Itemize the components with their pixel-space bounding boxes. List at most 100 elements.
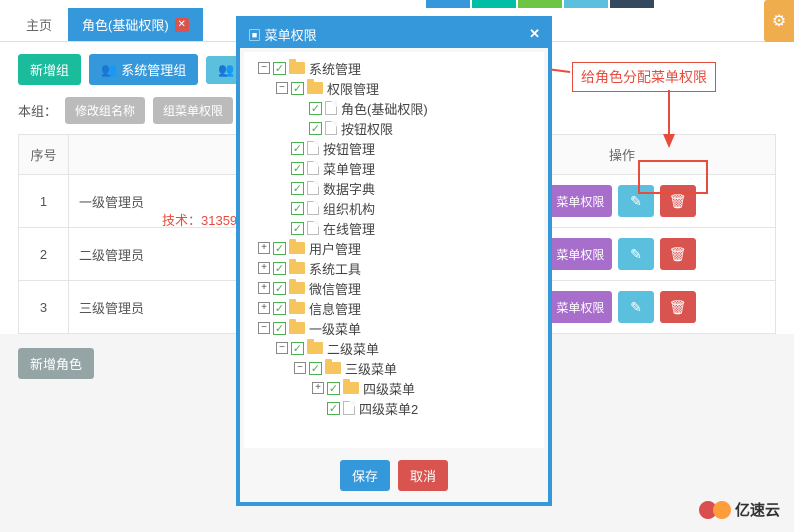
tree-toggle-icon[interactable]: −	[294, 362, 306, 374]
checkbox-icon[interactable]: ✓	[273, 302, 286, 315]
checkbox-icon[interactable]: ✓	[273, 242, 286, 255]
tree-node-label: 数据字典	[323, 179, 375, 198]
tree-node-label: 四级菜单	[363, 379, 415, 398]
tree-node-label: 三级菜单	[345, 359, 397, 378]
folder-icon	[307, 342, 323, 354]
checkbox-icon[interactable]: ✓	[309, 102, 322, 115]
settings-gear-button[interactable]: ⚙	[764, 0, 794, 42]
checkbox-icon[interactable]: ✓	[291, 162, 304, 175]
checkbox-icon[interactable]: ✓	[291, 82, 304, 95]
tree-node[interactable]: −✓ 权限管理	[246, 78, 542, 98]
save-button[interactable]: 保存	[340, 460, 390, 491]
tree-node[interactable]: +✓ 系统工具	[246, 258, 542, 278]
tree-toggle-icon[interactable]: +	[258, 262, 270, 274]
folder-icon	[289, 322, 305, 334]
tree-node-label: 菜单管理	[323, 159, 375, 178]
modal-body[interactable]: −✓系统管理−✓权限管理✓角色(基础权限)✓按钮权限✓按钮管理✓菜单管理✓数据字…	[244, 52, 544, 448]
tree-node-label: 四级菜单2	[359, 399, 418, 418]
tree-node-label: 角色(基础权限)	[341, 99, 428, 118]
tab-role-base-perm[interactable]: 角色(基础权限) ✕	[68, 8, 203, 41]
checkbox-icon[interactable]: ✓	[327, 402, 340, 415]
menu-perm-modal: ▣ 菜单权限 ✕ −✓系统管理−✓权限管理✓角色(基础权限)✓按钮权限✓按钮管理…	[236, 16, 552, 506]
tree-node[interactable]: ✓ 按钮权限	[246, 118, 542, 138]
checkbox-icon[interactable]: ✓	[291, 202, 304, 215]
checkbox-icon[interactable]: ✓	[291, 182, 304, 195]
tree-node[interactable]: ✓ 组织机构	[246, 198, 542, 218]
tree-toggle-icon[interactable]: +	[312, 382, 324, 394]
top-color-strip	[0, 0, 794, 8]
modal-footer: 保存 取消	[244, 452, 544, 498]
menu-perm-button[interactable]: 菜单权限	[548, 185, 612, 217]
hint-assign-menu-perm: 给角色分配菜单权限	[572, 62, 716, 92]
tree-node[interactable]: −✓系统管理	[246, 58, 542, 78]
checkbox-icon[interactable]: ✓	[291, 142, 304, 155]
checkbox-icon[interactable]: ✓	[273, 62, 286, 75]
checkbox-icon[interactable]: ✓	[291, 342, 304, 355]
folder-icon	[289, 262, 305, 274]
delete-icon[interactable]: 🗑	[660, 238, 696, 270]
file-icon	[307, 221, 319, 235]
tree-node[interactable]: ✓在线管理	[246, 218, 542, 238]
col-no: 序号	[19, 135, 69, 175]
tree-node-label: 一级菜单	[309, 319, 361, 338]
perm-tree: −✓系统管理−✓权限管理✓角色(基础权限)✓按钮权限✓按钮管理✓菜单管理✓数据字…	[246, 58, 542, 418]
tab-home[interactable]: 主页	[12, 8, 66, 41]
tree-node[interactable]: ✓ 数据字典	[246, 178, 542, 198]
modal-header: ▣ 菜单权限 ✕	[240, 20, 548, 48]
tree-node[interactable]: −✓二级菜单	[246, 338, 542, 358]
cell-no: 2	[19, 228, 69, 281]
checkbox-icon[interactable]: ✓	[273, 262, 286, 275]
folder-icon	[289, 62, 305, 74]
brand-logo: 亿速云	[699, 499, 780, 520]
modal-title: ▣ 菜单权限	[248, 25, 317, 44]
group-menu-perm-button[interactable]: 组菜单权限	[153, 97, 233, 124]
tree-node-label: 按钮权限	[341, 119, 393, 138]
file-icon	[307, 161, 319, 175]
edit-icon[interactable]: ✎	[618, 238, 654, 270]
sys-mgmt-group-button[interactable]: 👥系统管理组	[89, 54, 198, 85]
menu-perm-button[interactable]: 菜单权限	[548, 238, 612, 270]
edit-icon[interactable]: ✎	[618, 291, 654, 323]
add-role-button[interactable]: 新增角色	[18, 348, 94, 379]
tree-node[interactable]: ✓ 菜单管理	[246, 158, 542, 178]
tree-node[interactable]: ✓按钮管理	[246, 138, 542, 158]
rename-group-button[interactable]: 修改组名称	[65, 97, 145, 124]
close-icon[interactable]: ✕	[175, 18, 189, 32]
cell-no: 1	[19, 175, 69, 228]
tree-node[interactable]: +✓ 四级菜单	[246, 378, 542, 398]
tree-node[interactable]: −✓ 三级菜单	[246, 358, 542, 378]
tree-toggle-icon[interactable]: −	[258, 322, 270, 334]
tree-node-label: 信息管理	[309, 299, 361, 318]
tree-node[interactable]: +✓用户管理	[246, 238, 542, 258]
folder-icon	[343, 382, 359, 394]
checkbox-icon[interactable]: ✓	[273, 322, 286, 335]
checkbox-icon[interactable]: ✓	[291, 222, 304, 235]
delete-icon[interactable]: 🗑	[660, 291, 696, 323]
tree-toggle-icon[interactable]: +	[258, 242, 270, 254]
folder-icon	[289, 242, 305, 254]
tree-node-label: 权限管理	[327, 79, 379, 98]
new-group-button[interactable]: 新增组	[18, 54, 81, 85]
tree-toggle-icon[interactable]: +	[258, 302, 270, 314]
checkbox-icon[interactable]: ✓	[273, 282, 286, 295]
tree-toggle-icon[interactable]: −	[276, 82, 288, 94]
file-icon	[325, 101, 337, 115]
tree-toggle-icon[interactable]: −	[258, 62, 270, 74]
tree-node[interactable]: −✓ 一级菜单	[246, 318, 542, 338]
tree-node[interactable]: +✓微信管理	[246, 278, 542, 298]
modal-close-button[interactable]: ✕	[529, 26, 540, 42]
tree-node[interactable]: ✓ 角色(基础权限)	[246, 98, 542, 118]
tree-node[interactable]: ✓ 四级菜单2	[246, 398, 542, 418]
tree-node-label: 组织机构	[323, 199, 375, 218]
file-icon	[343, 401, 355, 415]
tree-node-label: 系统工具	[309, 259, 361, 278]
checkbox-icon[interactable]: ✓	[327, 382, 340, 395]
tree-node[interactable]: +✓ 信息管理	[246, 298, 542, 318]
menu-perm-button[interactable]: 菜单权限	[548, 291, 612, 323]
tree-toggle-icon[interactable]: +	[258, 282, 270, 294]
group-label: 本组：	[18, 101, 57, 120]
checkbox-icon[interactable]: ✓	[309, 362, 322, 375]
cancel-button[interactable]: 取消	[398, 460, 448, 491]
checkbox-icon[interactable]: ✓	[309, 122, 322, 135]
tree-toggle-icon[interactable]: −	[276, 342, 288, 354]
